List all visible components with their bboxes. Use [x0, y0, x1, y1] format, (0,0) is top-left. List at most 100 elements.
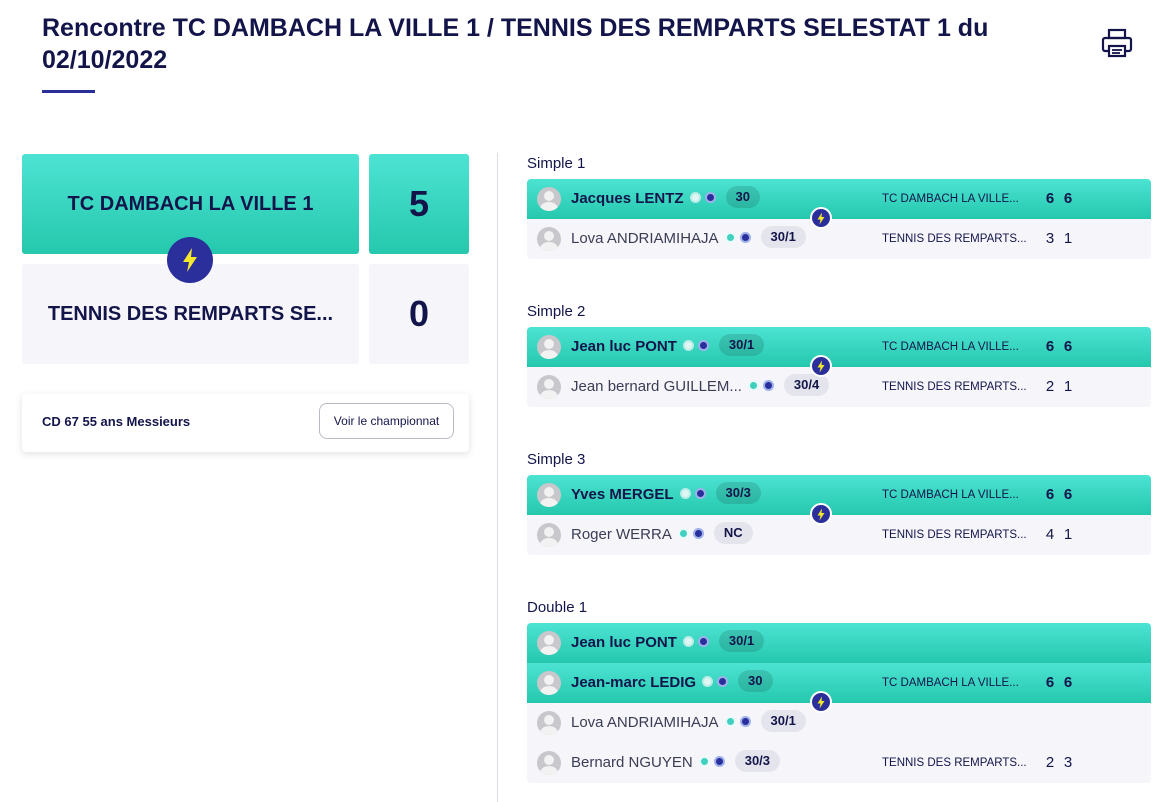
loser-player-row[interactable]: Lova ANDRIAMIHAJA 30/1	[527, 703, 1151, 743]
avatar	[537, 335, 561, 359]
status-dot-icon	[739, 715, 751, 727]
club-name: TC DAMBACH LA VILLE...	[882, 193, 1019, 205]
player-name[interactable]: Jean luc PONT	[571, 338, 677, 355]
status-dot-icon	[713, 755, 725, 767]
lightning-bolt-icon	[817, 508, 825, 520]
status-dot-icon	[747, 379, 759, 391]
championship-card: CD 67 55 ans Messieurs Voir le championn…	[22, 394, 469, 452]
avatar	[537, 751, 561, 775]
lightning-bolt-icon	[183, 248, 197, 272]
status-dot-icon	[682, 339, 694, 351]
player-status-dots	[698, 755, 725, 767]
player-rank-badge: 30/1	[760, 710, 806, 733]
set-score: 6	[1045, 486, 1055, 503]
set-score: 3	[1045, 230, 1055, 247]
status-dot-icon	[704, 191, 716, 203]
avatar	[537, 227, 561, 251]
player-status-dots	[689, 191, 716, 203]
away-team-name: TENNIS DES REMPARTS SE...	[47, 302, 334, 325]
status-dot-icon	[677, 527, 689, 539]
status-dot-icon	[724, 231, 736, 243]
player-name[interactable]: Lova ANDRIAMIHAJA	[571, 230, 719, 247]
match-winner-badge	[810, 355, 832, 377]
player-name[interactable]: Jacques LENTZ	[571, 190, 684, 207]
title-underline	[42, 90, 95, 93]
player-name[interactable]: Roger WERRA	[571, 526, 672, 543]
view-championship-button[interactable]: Voir le championnat	[319, 403, 454, 439]
player-name-cell: Bernard NGUYEN 30/3	[571, 743, 781, 783]
player-rank-badge: NC	[713, 522, 753, 545]
home-team-score: 5	[408, 183, 430, 224]
player-name[interactable]: Jean-marc LEDIG	[571, 674, 696, 691]
player-name-cell: Yves MERGEL 30/3	[571, 475, 761, 515]
loser-player-row[interactable]: Lova ANDRIAMIHAJA 30/1 TENNIS DES REMPARTS…	[527, 219, 1151, 259]
match-rows: Yves MERGEL 30/3 TC DAMBACH LA VILLE... 6 6 R…	[527, 475, 1151, 555]
set-scores: 21	[1041, 367, 1077, 407]
winner-player-row[interactable]: Jean luc PONT 30/1 TC DAMBACH LA VILLE... 6…	[527, 327, 1151, 367]
status-dot-icon	[724, 715, 736, 727]
match-winner-badge	[810, 207, 832, 229]
player-name[interactable]: Lova ANDRIAMIHAJA	[571, 714, 719, 731]
status-dot-icon	[689, 191, 701, 203]
status-dot-icon	[697, 339, 709, 351]
avatar	[537, 483, 561, 507]
set-score: 6	[1063, 674, 1073, 691]
winner-player-row[interactable]: Yves MERGEL 30/3 TC DAMBACH LA VILLE... 6 6	[527, 475, 1151, 515]
player-name[interactable]: Bernard NGUYEN	[571, 754, 693, 771]
player-name[interactable]: Yves MERGEL	[571, 486, 674, 503]
club-name: TC DAMBACH LA VILLE...	[882, 677, 1019, 689]
winner-badge	[167, 237, 213, 283]
status-dot-icon	[692, 527, 704, 539]
player-name-cell: Lova ANDRIAMIHAJA 30/1	[571, 219, 806, 259]
status-dot-icon	[694, 487, 706, 499]
set-score: 6	[1063, 486, 1073, 503]
winner-player-row[interactable]: Jean luc PONT 30/1	[527, 623, 1151, 663]
set-scores: 41	[1041, 515, 1077, 555]
player-status-dots	[677, 527, 704, 539]
player-name-cell: Jean luc PONT 30/1	[571, 623, 765, 663]
player-status-dots	[682, 339, 709, 351]
loser-player-row[interactable]: Roger WERRA NC TENNIS DES REMPARTS... 4 1	[527, 515, 1151, 555]
player-name[interactable]: Jean luc PONT	[571, 634, 677, 651]
away-team-score: 0	[408, 293, 430, 334]
set-score: 1	[1063, 526, 1073, 543]
match-block: Simple 1 Jacques LENTZ 30 TC DAMBACH LA VIL…	[527, 153, 1151, 259]
winner-player-row[interactable]: Jean-marc LEDIG 30 TC DAMBACH LA VILLE... 6…	[527, 663, 1151, 703]
player-status-dots	[724, 231, 751, 243]
set-score: 6	[1045, 674, 1055, 691]
club-name: TC DAMBACH LA VILLE...	[882, 341, 1019, 353]
club-name: TENNIS DES REMPARTS...	[882, 233, 1027, 245]
status-dot-icon	[717, 675, 729, 687]
status-dot-icon	[697, 635, 709, 647]
player-rank-badge: 30/1	[718, 630, 765, 653]
match-rows: Jacques LENTZ 30 TC DAMBACH LA VILLE... 6 6 L…	[527, 179, 1151, 259]
championship-label: CD 67 55 ans Messieurs	[42, 414, 191, 429]
column-divider	[497, 153, 498, 802]
status-dot-icon	[762, 379, 774, 391]
set-score: 3	[1063, 754, 1073, 771]
avatar	[537, 671, 561, 695]
status-dot-icon	[698, 755, 710, 767]
player-rank-badge: 30/3	[715, 482, 761, 505]
club-name: TENNIS DES REMPARTS...	[882, 757, 1027, 769]
match-title: Simple 3	[527, 451, 586, 468]
match-title: Simple 1	[527, 155, 586, 172]
match-block: Double 1 Jean luc PONT 30/1 Jean-marc LEDIG…	[527, 597, 1151, 783]
print-button[interactable]	[1100, 26, 1134, 60]
player-name-cell: Jean-marc LEDIG 30	[571, 663, 773, 703]
player-name[interactable]: Jean bernard GUILLEM...	[571, 378, 742, 395]
set-scores: 66	[1041, 475, 1077, 515]
status-dot-icon	[739, 231, 751, 243]
set-score: 1	[1063, 230, 1073, 247]
winner-player-row[interactable]: Jacques LENTZ 30 TC DAMBACH LA VILLE... 6 6	[527, 179, 1151, 219]
player-status-dots	[724, 715, 751, 727]
loser-player-row[interactable]: Bernard NGUYEN 30/3 TENNIS DES REMPARTS...…	[527, 743, 1151, 783]
status-dot-icon	[682, 635, 694, 647]
page-title: Rencontre TC DAMBACH LA VILLE 1 / TENNIS…	[42, 14, 989, 74]
set-scores: 66	[1041, 663, 1077, 703]
loser-player-row[interactable]: Jean bernard GUILLEM... 30/4 TENNIS DES RE…	[527, 367, 1151, 407]
player-status-dots	[679, 487, 706, 499]
player-name-cell: Jean luc PONT 30/1	[571, 327, 765, 367]
status-dot-icon	[702, 675, 714, 687]
match-rows: Jean luc PONT 30/1 Jean-marc LEDIG 30 TC DAM…	[527, 623, 1151, 783]
